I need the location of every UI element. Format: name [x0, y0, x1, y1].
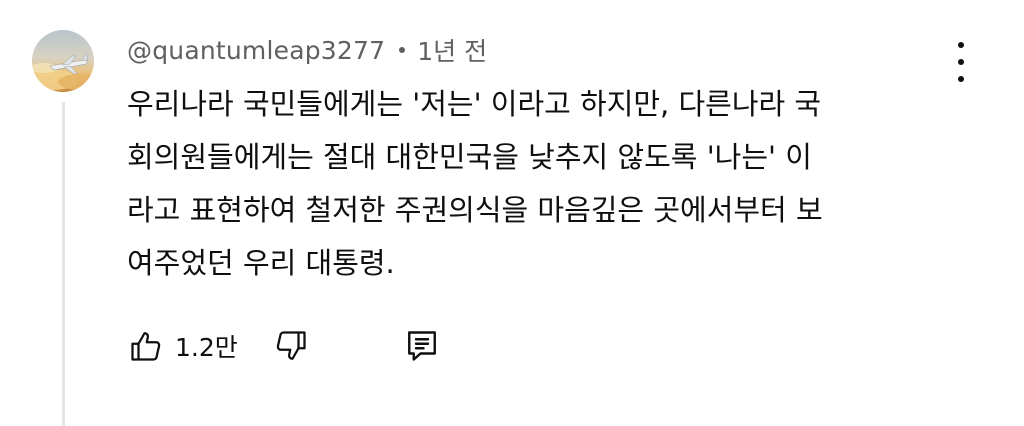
reply-button[interactable] — [403, 326, 441, 366]
comment-actions: 1.2만 — [127, 326, 310, 366]
dislike-button[interactable] — [272, 327, 310, 365]
comment-text: 우리나라 국민들에게는 '저는' 이라고 하지만, 다른나라 국 회의원들에게는… — [127, 87, 823, 280]
avatar[interactable] — [32, 30, 94, 92]
kebab-icon-dot — [958, 76, 964, 82]
thumbs-down-icon — [276, 331, 306, 360]
comment-timestamp[interactable]: 1년 전 — [417, 32, 487, 68]
like-count: 1.2만 — [175, 333, 238, 362]
separator-dot — [399, 47, 406, 53]
reply-comment-icon — [408, 331, 436, 361]
kebab-icon-dot — [958, 59, 964, 65]
author-handle[interactable]: @quantumleap3277 — [127, 36, 385, 65]
like-button[interactable] — [127, 327, 165, 365]
more-actions-button[interactable] — [948, 42, 974, 82]
kebab-icon — [958, 42, 964, 48]
avatar-image — [32, 30, 94, 92]
thumbs-up-icon — [131, 332, 161, 361]
thread-line — [62, 102, 65, 426]
comment-header: @quantumleap3277 1년 전 — [127, 33, 487, 67]
